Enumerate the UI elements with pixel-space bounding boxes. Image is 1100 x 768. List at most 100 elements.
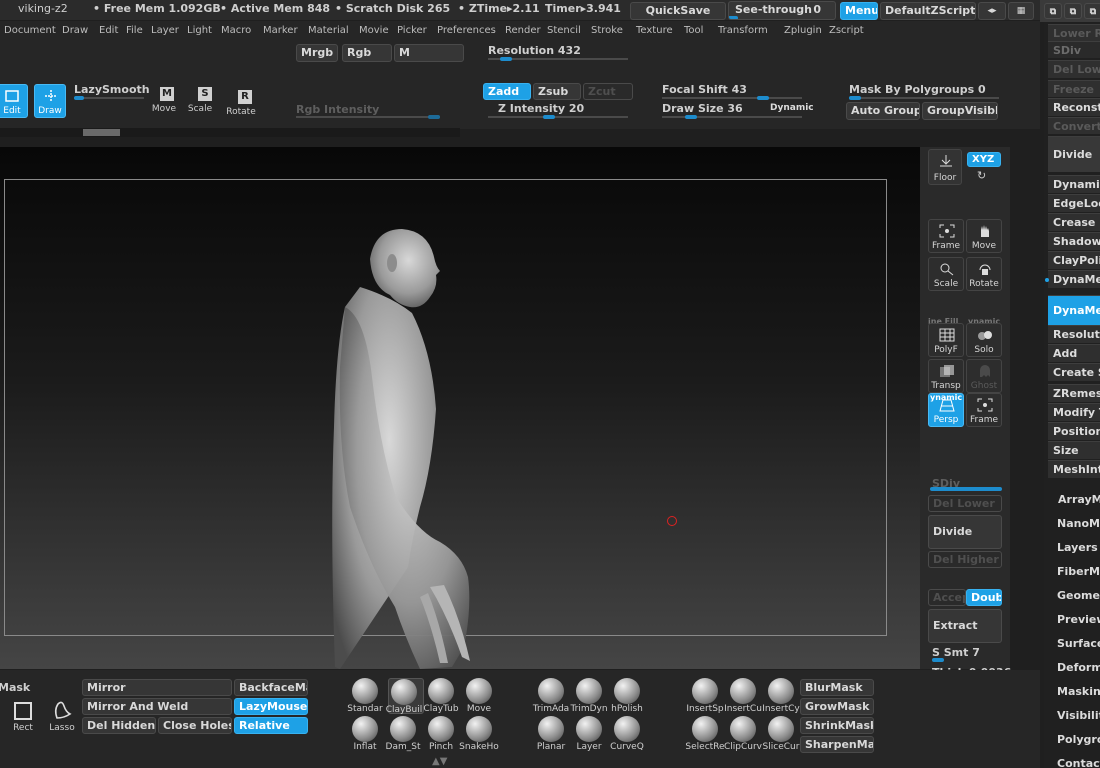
- resolution-knob[interactable]: [500, 57, 512, 61]
- z-intensity-label[interactable]: Z Intensity 20: [498, 102, 584, 115]
- menu-item-preferences[interactable]: Preferences: [437, 25, 496, 36]
- mask-by-polygroups-slider[interactable]: [849, 97, 999, 99]
- scale-button[interactable]: S Scale: [188, 87, 216, 119]
- resolution-label[interactable]: Resolution 432: [488, 44, 581, 57]
- tool-palette-item[interactable]: Reconst: [1048, 98, 1100, 116]
- accept-button[interactable]: Accep: [928, 589, 966, 606]
- tool-palette-item[interactable]: Divide: [1048, 136, 1100, 172]
- mirror-and-weld-button[interactable]: Mirror And Weld: [82, 698, 232, 715]
- frame2-button[interactable]: Frame: [966, 393, 1002, 427]
- tool-palette-item[interactable]: EdgeLoo: [1048, 194, 1100, 212]
- menu-buttons[interactable]: ▦: [1008, 2, 1034, 20]
- menu-item-stroke[interactable]: Stroke: [591, 25, 623, 36]
- transp-button[interactable]: Transp: [928, 359, 964, 393]
- floor-button[interactable]: Floor: [928, 149, 962, 185]
- draw-size-label[interactable]: Draw Size 36: [662, 102, 743, 115]
- menu-item-material[interactable]: Material: [308, 25, 349, 36]
- scale-view-button[interactable]: Scale: [928, 257, 964, 291]
- frame-button[interactable]: Frame: [928, 219, 964, 253]
- menu-item-zplugin[interactable]: Zplugin: [784, 25, 822, 36]
- menu-item-light[interactable]: Light: [187, 25, 212, 36]
- brush-slicecur[interactable]: SliceCur: [763, 716, 802, 752]
- polyf-button[interactable]: PolyF: [928, 323, 964, 357]
- draw-button[interactable]: Draw: [34, 84, 66, 118]
- menu-item-texture[interactable]: Texture: [636, 25, 673, 36]
- tool-palette-item[interactable]: Add: [1048, 344, 1100, 362]
- mirror-button[interactable]: Mirror: [82, 679, 232, 696]
- dynamic-label[interactable]: Dynamic: [770, 103, 814, 113]
- tool-palette-item[interactable]: ZRemes: [1048, 384, 1100, 402]
- subpalette-contact[interactable]: Contact: [1057, 757, 1100, 768]
- menu-item-marker[interactable]: Marker: [263, 25, 298, 36]
- rgb-intensity-knob[interactable]: [428, 115, 440, 119]
- brush-hpolish[interactable]: hPolish: [611, 678, 648, 714]
- subpalette-fiberme[interactable]: FiberMe: [1057, 565, 1100, 578]
- growmask-button[interactable]: GrowMask: [800, 698, 874, 715]
- divide-button[interactable]: Divide: [928, 515, 1002, 549]
- menu-item-picker[interactable]: Picker: [397, 25, 427, 36]
- draw-size-slider[interactable]: [662, 116, 802, 118]
- lazysmooth-slider[interactable]: [74, 97, 144, 99]
- rgb-button[interactable]: Rgb: [342, 44, 392, 62]
- m-button[interactable]: M: [394, 44, 464, 62]
- brush-curveq[interactable]: CurveQ: [610, 716, 648, 752]
- collapse-arrow-icon[interactable]: ▲▼: [432, 756, 447, 767]
- edit-button[interactable]: Edit: [0, 84, 28, 118]
- menu-item-layer[interactable]: Layer: [151, 25, 179, 36]
- s-smt-slider[interactable]: [932, 658, 944, 662]
- tool-palette-item[interactable]: DynaMes: [1048, 270, 1100, 288]
- relative-button[interactable]: Relative: [234, 717, 308, 734]
- tool-palette-item[interactable]: SDiv: [1048, 41, 1100, 58]
- ghost-button[interactable]: Ghost: [966, 359, 1002, 393]
- window-control-icon[interactable]: ⧉: [1084, 3, 1100, 19]
- subpalette-preview[interactable]: Preview: [1057, 613, 1100, 626]
- tool-palette-item[interactable]: ClayPolis: [1048, 251, 1100, 269]
- quicksave-button[interactable]: QuickSave: [630, 2, 726, 20]
- sharpenmask-button[interactable]: SharpenMask: [800, 736, 874, 753]
- double-button[interactable]: Doubl: [966, 589, 1002, 606]
- menu-item-edit[interactable]: Edit: [99, 25, 118, 36]
- menu-item-file[interactable]: File: [126, 25, 143, 36]
- menus-button[interactable]: Menus: [840, 2, 878, 20]
- window-control-icon[interactable]: ⧉: [1044, 3, 1062, 19]
- menu-item-tool[interactable]: Tool: [684, 25, 703, 36]
- shelf-scrollbar[interactable]: [0, 128, 460, 137]
- extract-button[interactable]: Extract: [928, 609, 1002, 643]
- draw-size-knob[interactable]: [685, 115, 697, 119]
- xyz-button[interactable]: XYZ: [967, 152, 1001, 167]
- menu-item-transform[interactable]: Transform: [718, 25, 768, 36]
- focal-shift-label[interactable]: Focal Shift 43: [662, 83, 747, 96]
- subpalette-deform[interactable]: Deform: [1057, 661, 1100, 674]
- rgb-intensity-slider[interactable]: [296, 116, 440, 118]
- move-button[interactable]: M Move: [150, 87, 178, 119]
- focal-shift-slider[interactable]: [662, 97, 802, 99]
- lazymouse-button[interactable]: LazyMouse: [234, 698, 308, 715]
- see-through-slider[interactable]: See-through 0: [728, 1, 836, 20]
- close-holes-button[interactable]: Close Holes: [158, 717, 232, 734]
- tool-palette-item[interactable]: Size: [1048, 441, 1100, 459]
- subpalette-nanome[interactable]: NanoMe: [1057, 517, 1100, 530]
- subpalette-arrayme[interactable]: ArrayMe: [1058, 493, 1100, 506]
- backface-mask-button[interactable]: BackfaceMas: [234, 679, 308, 696]
- mask-by-polygroups-label[interactable]: Mask By Polygroups 0: [849, 83, 986, 96]
- menu-item-document[interactable]: Document: [4, 25, 56, 36]
- del-hidden-button[interactable]: Del Hidden: [82, 717, 156, 734]
- brush-move[interactable]: Move: [464, 678, 500, 714]
- subpalette-geomet[interactable]: Geomet: [1057, 589, 1100, 602]
- tool-palette-item[interactable]: Position: [1048, 422, 1100, 440]
- lazysmooth-label[interactable]: LazySmooth: [74, 83, 150, 96]
- focal-shift-knob[interactable]: [757, 96, 769, 100]
- subpalette-layers[interactable]: Layers: [1057, 541, 1098, 554]
- menu-item-zscript[interactable]: Zscript: [829, 25, 864, 36]
- auto-groups-button[interactable]: Auto Groups: [846, 102, 920, 120]
- tool-palette-item[interactable]: Modify T: [1048, 403, 1100, 421]
- menu-item-draw[interactable]: Draw: [62, 25, 88, 36]
- tool-palette-item[interactable]: ShadowB: [1048, 232, 1100, 250]
- tool-palette-item[interactable]: Lower R: [1048, 24, 1100, 41]
- mask-label[interactable]: Mask: [0, 681, 30, 694]
- menu-item-stencil[interactable]: Stencil: [547, 25, 581, 36]
- rotation-axis-icon[interactable]: ↻: [977, 169, 986, 182]
- tool-palette-item[interactable]: MeshInt: [1048, 460, 1100, 478]
- scroll-buttons[interactable]: ◂▸: [978, 2, 1006, 20]
- canvas[interactable]: [0, 147, 920, 669]
